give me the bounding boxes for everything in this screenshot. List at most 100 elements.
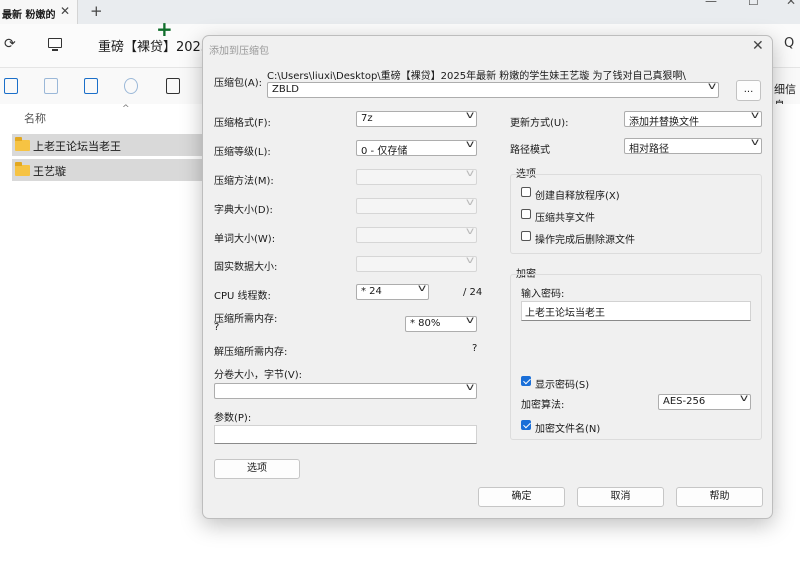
chevron-down-icon: v [465, 227, 475, 237]
list-item[interactable]: 上老王论坛当老王 [12, 134, 204, 156]
minimize-icon[interactable]: — [705, 0, 717, 8]
tab-title: 最新 粉嫩的 [2, 10, 56, 21]
archive-name-value: ZBLD [272, 84, 299, 95]
dict-size-label: 字典大小(D): [214, 205, 273, 216]
decompress-memory-value: ? [472, 343, 478, 354]
update-mode-select[interactable]: 添加并替换文件 v [624, 111, 762, 127]
solid-size-select[interactable]: v [356, 256, 477, 272]
this-pc-icon[interactable] [48, 38, 62, 51]
paste-icon[interactable] [44, 78, 58, 94]
encrypt-names-label[interactable]: 加密文件名(N) [535, 420, 600, 435]
parameters-label: 参数(P): [214, 413, 252, 424]
memory-percent-select[interactable]: * 80% v [405, 316, 477, 332]
encryption-method-value: AES-256 [663, 396, 706, 407]
format-value: 7z [361, 113, 373, 124]
browse-button[interactable]: ... [736, 80, 761, 101]
delete-after-checkbox[interactable] [521, 231, 531, 241]
show-password-checkbox[interactable] [521, 376, 531, 386]
method-label: 压缩方法(M): [214, 176, 274, 187]
level-select[interactable]: 0 - 仅存储 v [356, 140, 477, 156]
chevron-down-icon: v [417, 284, 427, 294]
crosshair-cursor-icon: + [156, 17, 173, 41]
name-column-header[interactable]: 名称 [24, 110, 46, 126]
add-to-archive-dialog: 添加到压缩包 ✕ 压缩包(A): C:\Users\liuxi\Desktop\… [202, 35, 773, 519]
archive-name-combo[interactable]: ZBLD v [267, 82, 719, 98]
chevron-down-icon: v [465, 316, 475, 326]
word-size-select[interactable]: v [356, 227, 477, 243]
delete-after-label[interactable]: 操作完成后删除源文件 [535, 231, 635, 246]
split-size-label: 分卷大小，字节(V): [214, 370, 303, 381]
cpu-threads-total: / 24 [463, 287, 483, 298]
close-icon[interactable]: ✕ [752, 38, 764, 54]
chevron-down-icon: v [707, 82, 717, 92]
password-input[interactable]: 上老王论坛当老王 [521, 301, 751, 321]
memory-percent-value: * 80% [410, 318, 441, 329]
update-mode-label: 更新方式(U): [510, 118, 569, 129]
split-size-combo[interactable]: v [214, 383, 477, 399]
new-tab-icon[interactable]: + [90, 2, 103, 20]
list-item[interactable]: 王艺璇 [12, 159, 204, 181]
cancel-button[interactable]: 取消 [577, 487, 664, 507]
chevron-down-icon: v [465, 140, 475, 150]
ok-button[interactable]: 确定 [478, 487, 565, 507]
chevron-down-icon: v [465, 169, 475, 179]
password-value: 上老王论坛当老王 [525, 308, 605, 319]
cpu-threads-label: CPU 线程数: [214, 291, 271, 302]
folder-icon [15, 137, 30, 151]
tab-explorer[interactable]: 最新 粉嫩的 ✕ [0, 0, 78, 24]
path-mode-select[interactable]: 相对路径 v [624, 138, 762, 154]
maximize-icon[interactable]: ☐ [748, 0, 759, 8]
file-name: 王艺璇 [33, 165, 66, 178]
path-mode-label: 路径模式 [510, 145, 550, 156]
archive-label: 压缩包(A): [214, 78, 263, 89]
archive-path: C:\Users\liuxi\Desktop\重磅【裸贷】2025年最新 粉嫩的… [267, 71, 686, 82]
show-password-label[interactable]: 显示密码(S) [535, 376, 589, 391]
copy-icon[interactable] [4, 78, 18, 94]
level-label: 压缩等级(L): [214, 147, 271, 158]
sort-caret-icon: ^ [122, 104, 130, 114]
encryption-method-select[interactable]: AES-256 v [658, 394, 751, 410]
rename-icon[interactable] [84, 78, 98, 94]
chevron-down-icon: v [750, 138, 760, 148]
parameters-input[interactable] [214, 425, 477, 444]
memory-value: ? [214, 322, 220, 333]
search-icon[interactable]: Q [784, 36, 794, 51]
dict-size-select[interactable]: v [356, 198, 477, 214]
delete-icon[interactable] [166, 78, 180, 94]
sfx-label[interactable]: 创建自释放程序(X) [535, 187, 620, 202]
encrypt-names-checkbox[interactable] [521, 420, 531, 430]
options-button[interactable]: 选项 [214, 459, 300, 479]
cpu-threads-select[interactable]: * 24 v [356, 284, 429, 300]
chevron-down-icon: v [739, 394, 749, 404]
tab-bar: 最新 粉嫩的 ✕ + — ☐ ✕ [0, 0, 800, 24]
chevron-down-icon: v [465, 256, 475, 266]
encryption-method-label: 加密算法: [521, 400, 565, 411]
memory-label: 压缩所需内存: [214, 314, 278, 325]
method-select[interactable]: v [356, 169, 477, 185]
chevron-down-icon: v [465, 111, 475, 121]
level-value: 0 - 仅存储 [361, 146, 408, 156]
dialog-title: 添加到压缩包 [209, 46, 269, 57]
decompress-memory-label: 解压缩所需内存: [214, 347, 288, 358]
file-name: 上老王论坛当老王 [33, 140, 121, 153]
word-size-label: 单词大小(W): [214, 234, 276, 245]
tab-close-icon[interactable]: ✕ [60, 4, 70, 18]
chevron-down-icon: v [750, 111, 760, 121]
chevron-down-icon: v [465, 198, 475, 208]
format-select[interactable]: 7z v [356, 111, 477, 127]
chevron-down-icon: v [465, 383, 475, 393]
format-label: 压缩格式(F): [214, 118, 271, 129]
close-window-icon[interactable]: ✕ [786, 0, 796, 8]
refresh-icon[interactable]: ⟳ [4, 36, 16, 52]
password-label: 输入密码: [521, 289, 565, 300]
sfx-checkbox[interactable] [521, 187, 531, 197]
folder-icon [15, 162, 30, 176]
path-mode-value: 相对路径 [629, 144, 669, 154]
cpu-threads-value: * 24 [361, 286, 382, 297]
update-mode-value: 添加并替换文件 [629, 117, 699, 127]
share-icon[interactable] [124, 78, 138, 94]
solid-size-label: 固实数据大小: [214, 262, 278, 273]
shared-files-label[interactable]: 压缩共享文件 [535, 209, 595, 224]
shared-files-checkbox[interactable] [521, 209, 531, 219]
help-button[interactable]: 帮助 [676, 487, 763, 507]
